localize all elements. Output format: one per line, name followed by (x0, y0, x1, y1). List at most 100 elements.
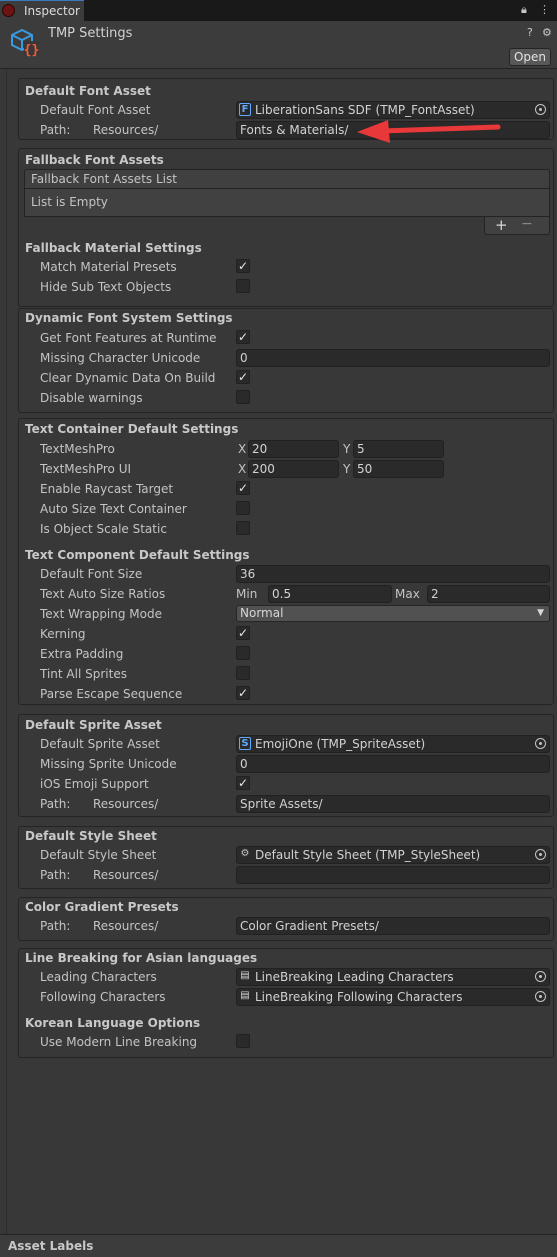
tmp-x-input[interactable]: 20 (248, 440, 339, 458)
modern-break-checkbox[interactable] (236, 1034, 250, 1048)
extra-padding-label: Extra Padding (40, 647, 124, 661)
extra-padding-checkbox[interactable] (236, 646, 250, 660)
section-title: Dynamic Font System Settings (25, 311, 233, 325)
y-label: Y (343, 442, 351, 456)
kebab-menu-icon[interactable]: ⋮ (539, 3, 550, 16)
tmpui-y-input[interactable]: 50 (353, 460, 444, 478)
sprite-asset-icon: S (239, 737, 251, 750)
default-font-asset-label: Default Font Asset (40, 103, 151, 117)
style-path-input[interactable] (236, 866, 550, 884)
leading-chars-field[interactable]: ▤ LineBreaking Leading Characters (236, 968, 550, 986)
section-title: Line Breaking for Asian languages (25, 951, 258, 965)
section-title: Fallback Font Assets (25, 153, 164, 167)
match-presets-checkbox[interactable]: ✓ (236, 259, 250, 273)
object-picker-icon[interactable] (535, 104, 546, 115)
dynamic-font-section: Dynamic Font System Settings Get Font Fe… (18, 308, 554, 413)
parse-escape-label: Parse Escape Sequence (40, 687, 183, 701)
font-size-input[interactable]: 36 (236, 565, 550, 583)
wrapping-dropdown[interactable]: Normal ▼ (236, 605, 550, 622)
min-ratio-input[interactable]: 0.5 (268, 585, 392, 603)
leading-chars-label: Leading Characters (40, 970, 157, 984)
min-label: Min (236, 587, 258, 601)
lock-icon[interactable]: 🔒︎ (521, 3, 527, 17)
auto-size-checkbox[interactable] (236, 501, 250, 515)
font-asset-icon: F (239, 103, 251, 116)
korean-options-title: Korean Language Options (25, 1016, 201, 1030)
gradient-path-input[interactable]: Color Gradient Presets/ (236, 917, 550, 935)
match-presets-label: Match Material Presets (40, 260, 177, 274)
asset-title: TMP Settings (48, 26, 133, 41)
add-item-button[interactable]: + (495, 216, 508, 234)
panel-left-border (6, 69, 7, 1234)
path-prefix: Resources/ (93, 868, 159, 882)
missing-sprite-unicode-input[interactable]: 0 (236, 755, 550, 773)
text-asset-icon: ▤ (240, 970, 250, 981)
asset-labels-bar[interactable]: Asset Labels (0, 1234, 557, 1257)
inspector-tab-label: Inspector (24, 4, 80, 18)
line-breaking-section: Line Breaking for Asian languages Leadin… (18, 948, 554, 1058)
modern-break-label: Use Modern Line Breaking (40, 1035, 198, 1049)
style-sheet-field[interactable]: ⚙ Default Style Sheet (TMP_StyleSheet) (236, 846, 550, 864)
object-picker-icon[interactable] (535, 849, 546, 860)
default-font-asset-section: Default Font Asset Default Font Asset F … (18, 78, 554, 143)
list-footer: + − (484, 216, 550, 235)
following-chars-value: LineBreaking Following Characters (255, 990, 463, 1004)
sprite-asset-field[interactable]: S EmojiOne (TMP_SpriteAsset) (236, 735, 550, 753)
section-title: Color Gradient Presets (25, 900, 179, 914)
raycast-checkbox[interactable]: ✓ (236, 481, 250, 495)
settings-gear-icon[interactable]: ⚙ (542, 26, 552, 39)
parse-escape-checkbox[interactable]: ✓ (236, 686, 250, 700)
ios-emoji-checkbox[interactable]: ✓ (236, 776, 250, 790)
section-title: Default Sprite Asset (25, 718, 162, 732)
tmpui-size-label: TextMeshPro UI (40, 462, 132, 476)
inspector-tab-icon (2, 4, 15, 17)
following-chars-field[interactable]: ▤ LineBreaking Following Characters (236, 988, 550, 1006)
sprite-path-input[interactable]: Sprite Assets/ (236, 795, 550, 813)
dropdown-arrow-icon: ▼ (537, 608, 544, 618)
scale-static-label: Is Object Scale Static (40, 522, 167, 536)
default-sprite-section: Default Sprite Asset Default Sprite Asse… (18, 714, 554, 817)
scale-static-checkbox[interactable] (236, 521, 250, 535)
asset-labels-title: Asset Labels (8, 1239, 94, 1253)
red-arrow-annotation (357, 120, 501, 143)
section-title: Default Font Asset (25, 84, 151, 98)
ios-emoji-label: iOS Emoji Support (40, 777, 149, 791)
hide-sub-label: Hide Sub Text Objects (40, 280, 172, 294)
max-ratio-input[interactable]: 2 (427, 585, 550, 603)
object-picker-icon[interactable] (535, 738, 546, 749)
disable-warnings-checkbox[interactable] (236, 390, 250, 404)
path-prefix: Resources/ (93, 123, 159, 137)
wrapping-label: Text Wrapping Mode (40, 607, 162, 621)
svg-text:{}: {} (24, 43, 40, 58)
tmp-settings-asset-icon: {} (11, 28, 40, 58)
object-picker-icon[interactable] (535, 971, 546, 982)
get-features-checkbox[interactable]: ✓ (236, 330, 250, 344)
tmpui-x-input[interactable]: 200 (248, 460, 339, 478)
tmp-y-input[interactable]: 5 (353, 440, 444, 458)
sprite-asset-label: Default Sprite Asset (40, 737, 160, 751)
text-container-section: Text Container Default Settings TextMesh… (18, 418, 554, 705)
get-features-label: Get Font Features at Runtime (40, 331, 217, 345)
x-label: X (238, 462, 247, 476)
help-icon[interactable]: ? (527, 26, 533, 39)
wrapping-value: Normal (240, 606, 284, 620)
open-button[interactable]: Open (509, 48, 551, 66)
clear-dynamic-checkbox[interactable]: ✓ (236, 370, 250, 384)
missing-unicode-input[interactable]: 0 (236, 349, 550, 367)
text-component-title: Text Component Default Settings (25, 548, 250, 562)
object-picker-icon[interactable] (535, 991, 546, 1002)
path-label: Path: (40, 123, 71, 137)
fallback-material-title: Fallback Material Settings (25, 241, 202, 255)
kerning-label: Kerning (40, 627, 86, 641)
inspector-header: {} TMP Settings ? ⚙ Open (0, 21, 557, 69)
fallback-list-empty: List is Empty (24, 189, 550, 217)
clear-dynamic-label: Clear Dynamic Data On Build (40, 371, 216, 385)
text-asset-icon: ▤ (240, 990, 250, 1001)
hide-sub-checkbox[interactable] (236, 279, 250, 293)
tint-sprites-checkbox[interactable] (236, 666, 250, 680)
kerning-checkbox[interactable]: ✓ (236, 626, 250, 640)
inspector-tab[interactable]: Inspector (0, 0, 84, 21)
tmp-size-label: TextMeshPro (40, 442, 115, 456)
fallback-font-assets-section: Fallback Font Assets Fallback Font Asset… (18, 148, 554, 307)
remove-item-button[interactable]: − (521, 216, 533, 232)
